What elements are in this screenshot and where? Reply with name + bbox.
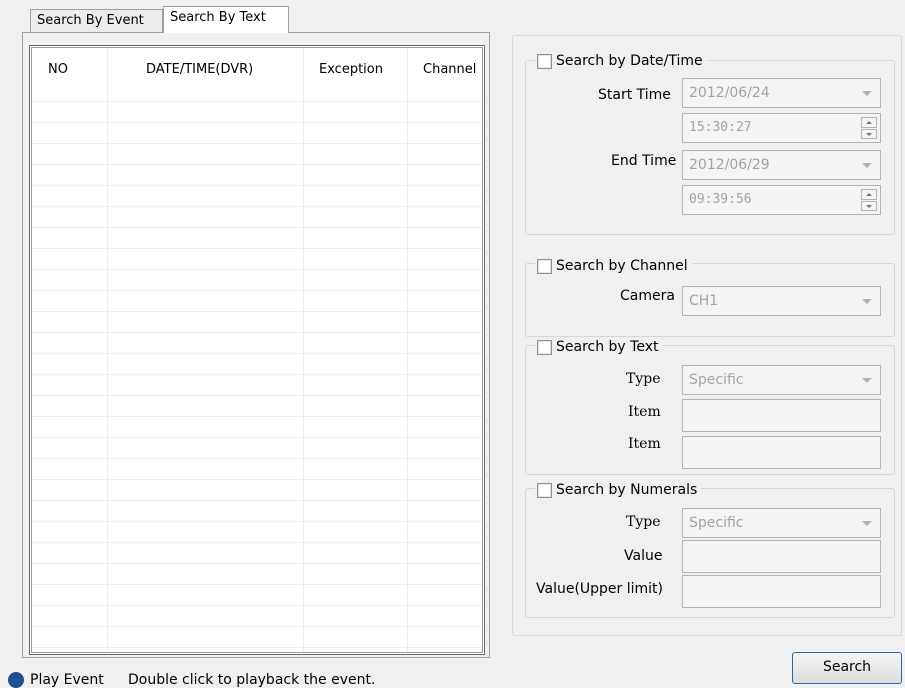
chevron-down-icon bbox=[862, 91, 872, 96]
table-row[interactable] bbox=[32, 81, 482, 102]
table-row[interactable] bbox=[32, 312, 482, 333]
playback-hint: Double click to playback the event. bbox=[128, 672, 376, 688]
table-row[interactable] bbox=[32, 564, 482, 585]
table-row[interactable] bbox=[32, 102, 482, 123]
tab-search-by-text[interactable]: Search By Text bbox=[163, 6, 289, 33]
table-row[interactable] bbox=[32, 123, 482, 144]
play-icon bbox=[8, 672, 24, 688]
item-2-label: Item bbox=[628, 436, 661, 452]
column-header-channel[interactable]: Channel bbox=[423, 48, 476, 81]
text-type-combo[interactable]: Specific bbox=[682, 365, 881, 395]
play-event-radio[interactable]: Play Event bbox=[8, 672, 104, 688]
table-row[interactable] bbox=[32, 480, 482, 501]
numerals-legend: Search by Numerals bbox=[556, 482, 698, 498]
table-row[interactable] bbox=[32, 459, 482, 480]
table-row[interactable] bbox=[32, 438, 482, 459]
column-divider bbox=[407, 48, 408, 652]
checkbox-box[interactable] bbox=[537, 482, 552, 498]
column-divider bbox=[107, 48, 108, 652]
channel-legend: Search by Channel bbox=[556, 258, 688, 274]
column-header-exception[interactable]: Exception bbox=[319, 48, 383, 81]
end-time-value: 09:39:56 bbox=[689, 192, 752, 207]
table-row[interactable] bbox=[32, 417, 482, 438]
text-legend: Search by Text bbox=[556, 339, 659, 355]
date-time-checkbox[interactable]: Search by Date/Time bbox=[535, 51, 707, 71]
camera-label: Camera bbox=[620, 288, 675, 304]
value-upper-limit-field[interactable] bbox=[682, 575, 881, 608]
numerals-type-combo[interactable]: Specific bbox=[682, 508, 881, 538]
list-header: NO DATE/TIME(DVR) Exception Channel bbox=[32, 48, 482, 81]
table-row[interactable] bbox=[32, 228, 482, 249]
camera-combo[interactable]: CH1 bbox=[682, 286, 881, 316]
checkbox-box[interactable] bbox=[537, 339, 552, 355]
play-event-label: Play Event bbox=[30, 672, 104, 688]
end-time-label: End Time bbox=[611, 153, 677, 169]
end-time-spinner[interactable]: 09:39:56 bbox=[682, 185, 881, 215]
value-upper-limit-label: Value(Upper limit) bbox=[536, 581, 664, 597]
end-date-combo[interactable]: 2012/06/29 bbox=[682, 150, 881, 180]
value-field[interactable] bbox=[682, 540, 881, 573]
spin-down-icon[interactable] bbox=[861, 128, 877, 139]
end-time-spin-buttons bbox=[861, 189, 877, 211]
numerals-type-label: Type bbox=[626, 514, 661, 530]
start-date-combo[interactable]: 2012/06/24 bbox=[682, 78, 881, 108]
checkbox-box[interactable] bbox=[537, 53, 552, 69]
numerals-checkbox[interactable]: Search by Numerals bbox=[535, 480, 702, 500]
end-date-value: 2012/06/29 bbox=[689, 157, 770, 173]
chevron-down-icon bbox=[862, 163, 872, 168]
table-row[interactable] bbox=[32, 501, 482, 522]
text-checkbox[interactable]: Search by Text bbox=[535, 337, 663, 357]
chevron-down-icon bbox=[862, 521, 872, 526]
column-header-no[interactable]: NO bbox=[48, 48, 68, 81]
table-row[interactable] bbox=[32, 186, 482, 207]
search-button[interactable]: Search bbox=[792, 652, 902, 684]
chevron-down-icon bbox=[862, 378, 872, 383]
start-date-value: 2012/06/24 bbox=[689, 85, 770, 101]
column-header-datetime[interactable]: DATE/TIME(DVR) bbox=[146, 48, 253, 81]
tab-search-by-event[interactable]: Search By Event bbox=[30, 9, 163, 33]
start-time-spinner[interactable]: 15:30:27 bbox=[682, 113, 881, 143]
numerals-type-value: Specific bbox=[689, 515, 744, 531]
table-row[interactable] bbox=[32, 627, 482, 648]
table-row[interactable] bbox=[32, 585, 482, 606]
start-time-spin-buttons bbox=[861, 117, 877, 139]
table-row[interactable] bbox=[32, 354, 482, 375]
table-row[interactable] bbox=[32, 522, 482, 543]
table-row[interactable] bbox=[32, 543, 482, 564]
table-row[interactable] bbox=[32, 375, 482, 396]
item-1-field[interactable] bbox=[682, 399, 881, 432]
date-time-legend: Search by Date/Time bbox=[556, 53, 703, 69]
table-row[interactable] bbox=[32, 207, 482, 228]
start-time-label: Start Time bbox=[598, 87, 671, 103]
table-row[interactable] bbox=[32, 165, 482, 186]
spin-down-icon[interactable] bbox=[861, 200, 877, 211]
table-row[interactable] bbox=[32, 333, 482, 354]
text-type-label: Type bbox=[626, 371, 661, 387]
result-list-body: NO DATE/TIME(DVR) Exception Channel bbox=[31, 47, 483, 653]
table-row[interactable] bbox=[32, 270, 482, 291]
tab-label: Search By Event bbox=[37, 13, 144, 28]
chevron-down-icon bbox=[862, 299, 872, 304]
tab-label: Search By Text bbox=[170, 10, 266, 25]
table-row[interactable] bbox=[32, 249, 482, 270]
value-label: Value bbox=[624, 548, 663, 564]
camera-value: CH1 bbox=[689, 293, 719, 309]
table-row[interactable] bbox=[32, 396, 482, 417]
spin-up-icon[interactable] bbox=[861, 189, 877, 200]
item-1-label: Item bbox=[628, 404, 661, 420]
channel-checkbox[interactable]: Search by Channel bbox=[535, 256, 692, 276]
table-row[interactable] bbox=[32, 606, 482, 627]
checkbox-box[interactable] bbox=[537, 258, 552, 274]
start-time-value: 15:30:27 bbox=[689, 120, 752, 135]
item-2-field[interactable] bbox=[682, 436, 881, 469]
table-row[interactable] bbox=[32, 291, 482, 312]
column-divider bbox=[303, 48, 304, 652]
spin-up-icon[interactable] bbox=[861, 117, 877, 128]
table-row[interactable] bbox=[32, 144, 482, 165]
text-type-value: Specific bbox=[689, 372, 744, 388]
table-row[interactable] bbox=[32, 648, 482, 652]
result-list[interactable]: NO DATE/TIME(DVR) Exception Channel bbox=[29, 45, 485, 655]
